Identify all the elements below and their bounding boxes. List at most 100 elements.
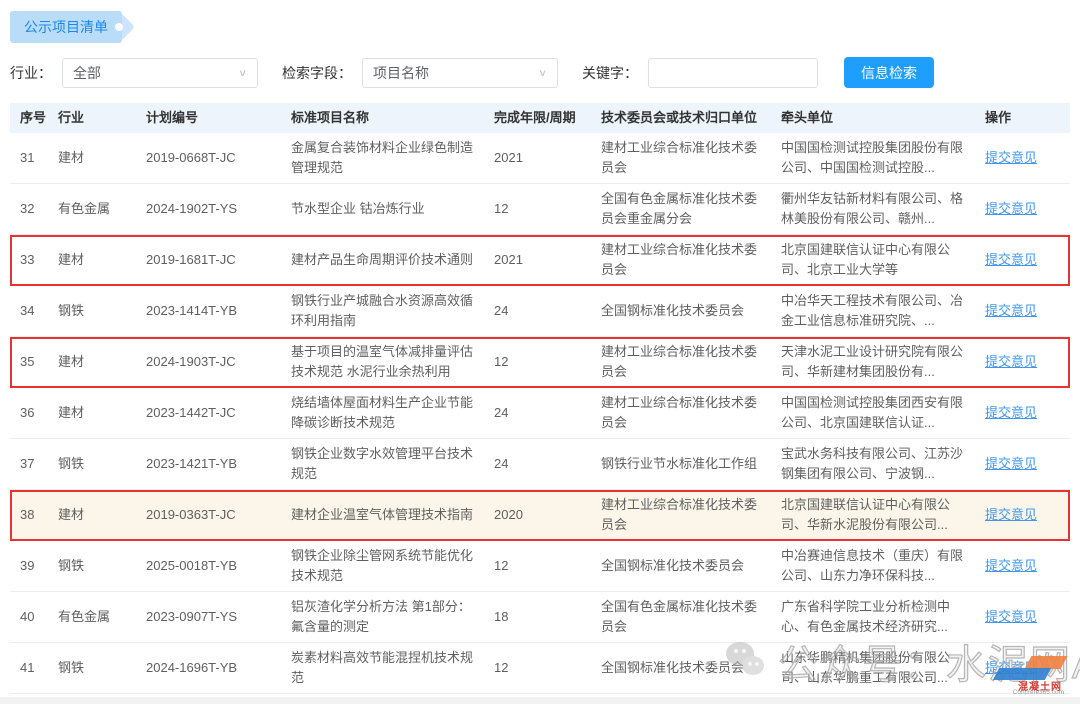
cell-name: 钢铁企业数字水效管理平台技术规范 [291, 440, 494, 488]
table-row: 33 建材 2019-1681T-JC 建材产品生命周期评价技术通则 2021 … [10, 235, 1070, 286]
section-tag-label: 公示项目清单 [10, 11, 122, 43]
cell-committee: 建材工业综合标准化技术委员会 [601, 491, 781, 539]
tag-dot [115, 23, 123, 31]
cell-period: 18 [494, 603, 601, 631]
cell-no: 31 [10, 144, 58, 172]
cell-no: 37 [10, 450, 58, 478]
cell-plan-no: 2025-0018T-YB [146, 552, 291, 580]
cell-name: 炭素材料高效节能混捏机技术规范 [291, 644, 494, 692]
table-body: 31 建材 2019-0668T-JC 金属复合装饰材料企业绿色制造管理规范 2… [10, 133, 1070, 694]
submit-feedback-link[interactable]: 提交意见 [985, 354, 1037, 369]
submit-feedback-link[interactable]: 提交意见 [985, 201, 1037, 216]
search-field-select-value: 项目名称 [373, 63, 429, 83]
table-row: 35 建材 2024-1903T-JC 基于项目的温室气体减排量评估技术规范 水… [10, 337, 1070, 388]
table-row: 31 建材 2019-0668T-JC 金属复合装饰材料企业绿色制造管理规范 2… [10, 133, 1070, 184]
cell-industry: 钢铁 [58, 654, 146, 682]
industry-select-value: 全部 [73, 63, 101, 83]
cell-committee: 钢铁行业节水标准化工作组 [601, 450, 781, 478]
cell-period: 2021 [494, 246, 601, 274]
cell-plan-no: 2024-1903T-JC [146, 348, 291, 376]
filter-bar: 行业： 全部 ∨ 检索字段： 项目名称 ∨ 关键字： 信息检索 [10, 57, 1070, 88]
cell-industry: 钢铁 [58, 450, 146, 478]
cell-period: 24 [494, 399, 601, 427]
cell-no: 35 [10, 348, 58, 376]
cell-lead: 山东华鹏精机集团股份有限公司、山东华鹏重工有限公司... [781, 644, 985, 692]
col-header-lead: 牵头单位 [781, 104, 985, 132]
col-header-industry: 行业 [58, 104, 146, 132]
cell-no: 32 [10, 195, 58, 223]
cell-committee: 建材工业综合标准化技术委员会 [601, 389, 781, 437]
cell-lead: 中国国检测试控股集团股份有限公司、中国国检测试控股... [781, 134, 985, 182]
submit-feedback-link[interactable]: 提交意见 [985, 609, 1037, 624]
cell-committee: 全国钢标准化技术委员会 [601, 552, 781, 580]
col-header-period: 完成年限/周期 [494, 104, 601, 132]
submit-feedback-link[interactable]: 提交意见 [985, 252, 1037, 267]
table-row: 38 建材 2019-0363T-JC 建材企业温室气体管理技术指南 2020 … [10, 490, 1070, 541]
cell-plan-no: 2023-1414T-YB [146, 297, 291, 325]
cell-plan-no: 2019-0363T-JC [146, 501, 291, 529]
submit-feedback-link[interactable]: 提交意见 [985, 405, 1037, 420]
table-row: 36 建材 2023-1442T-JC 烧结墙体屋面材料生产企业节能降碳诊断技术… [10, 388, 1070, 439]
cell-name: 钢铁行业产城融合水资源高效循环利用指南 [291, 287, 494, 335]
cell-name: 金属复合装饰材料企业绿色制造管理规范 [291, 134, 494, 182]
cell-lead: 天津水泥工业设计研究院有限公司、华新建材集团股份有... [781, 338, 985, 386]
col-header-action: 操作 [985, 104, 1070, 132]
cell-lead: 北京国建联信认证中心有限公司、北京工业大学等 [781, 236, 985, 284]
search-button[interactable]: 信息检索 [844, 57, 934, 88]
submit-feedback-link[interactable]: 提交意见 [985, 660, 1037, 675]
section-tag: 公示项目清单 [10, 11, 123, 43]
cell-committee: 建材工业综合标准化技术委员会 [601, 338, 781, 386]
cell-lead: 衢州华友钴新材料有限公司、格林美股份有限公司、赣州... [781, 185, 985, 233]
search-field-label: 检索字段： [282, 63, 352, 83]
cell-name: 建材企业温室气体管理技术指南 [291, 501, 494, 529]
bottom-divider [0, 697, 1080, 704]
cell-plan-no: 2019-0668T-JC [146, 144, 291, 172]
submit-feedback-link[interactable]: 提交意见 [985, 150, 1037, 165]
projects-table: 序号 行业 计划编号 标准项目名称 完成年限/周期 技术委员会或技术归口单位 牵… [10, 103, 1070, 694]
cell-period: 2020 [494, 501, 601, 529]
cell-no: 41 [10, 654, 58, 682]
cell-industry: 建材 [58, 144, 146, 172]
table-header: 序号 行业 计划编号 标准项目名称 完成年限/周期 技术委员会或技术归口单位 牵… [10, 103, 1070, 133]
submit-feedback-link[interactable]: 提交意见 [985, 456, 1037, 471]
submit-feedback-link[interactable]: 提交意见 [985, 558, 1037, 573]
table-row: 34 钢铁 2023-1414T-YB 钢铁行业产城融合水资源高效循环利用指南 … [10, 286, 1070, 337]
cell-committee: 建材工业综合标准化技术委员会 [601, 236, 781, 284]
cell-period: 24 [494, 450, 601, 478]
cell-name: 节水型企业 钴冶炼行业 [291, 195, 494, 223]
col-header-committee: 技术委员会或技术归口单位 [601, 104, 781, 132]
cell-committee: 全国钢标准化技术委员会 [601, 654, 781, 682]
table-row: 40 有色金属 2023-0907T-YS 铝灰渣化学分析方法 第1部分：氟含量… [10, 592, 1070, 643]
cell-no: 39 [10, 552, 58, 580]
cell-name: 烧结墙体屋面材料生产企业节能降碳诊断技术规范 [291, 389, 494, 437]
cell-no: 36 [10, 399, 58, 427]
keyword-input[interactable] [648, 58, 818, 88]
table-row: 37 钢铁 2023-1421T-YB 钢铁企业数字水效管理平台技术规范 24 … [10, 439, 1070, 490]
cell-industry: 建材 [58, 501, 146, 529]
cell-period: 12 [494, 195, 601, 223]
cell-industry: 建材 [58, 348, 146, 376]
cell-no: 34 [10, 297, 58, 325]
cell-industry: 有色金属 [58, 603, 146, 631]
cell-name: 基于项目的温室气体减排量评估技术规范 水泥行业余热利用 [291, 338, 494, 386]
cell-committee: 建材工业综合标准化技术委员会 [601, 134, 781, 182]
industry-select[interactable]: 全部 ∨ [62, 58, 258, 88]
submit-feedback-link[interactable]: 提交意见 [985, 303, 1037, 318]
search-field-select[interactable]: 项目名称 ∨ [362, 58, 558, 88]
cell-lead: 宝武水务科技有限公司、江苏沙钢集团有限公司、宁波钢... [781, 440, 985, 488]
cell-period: 12 [494, 348, 601, 376]
cell-committee: 全国钢标准化技术委员会 [601, 297, 781, 325]
cell-industry: 建材 [58, 246, 146, 274]
col-header-name: 标准项目名称 [291, 104, 494, 132]
cell-plan-no: 2024-1902T-YS [146, 195, 291, 223]
cell-industry: 有色金属 [58, 195, 146, 223]
cell-industry: 钢铁 [58, 297, 146, 325]
table-row: 32 有色金属 2024-1902T-YS 节水型企业 钴冶炼行业 12 全国有… [10, 184, 1070, 235]
cell-lead: 广东省科学院工业分析检测中心、有色金属技术经济研究... [781, 593, 985, 641]
cell-committee: 全国有色金属标准化技术委员会 [601, 593, 781, 641]
col-header-plan-no: 计划编号 [146, 104, 291, 132]
cell-no: 33 [10, 246, 58, 274]
cell-plan-no: 2019-1681T-JC [146, 246, 291, 274]
page: 公示项目清单 行业： 全部 ∨ 检索字段： 项目名称 ∨ 关键字： 信息检索 序… [0, 0, 1080, 704]
submit-feedback-link[interactable]: 提交意见 [985, 507, 1037, 522]
